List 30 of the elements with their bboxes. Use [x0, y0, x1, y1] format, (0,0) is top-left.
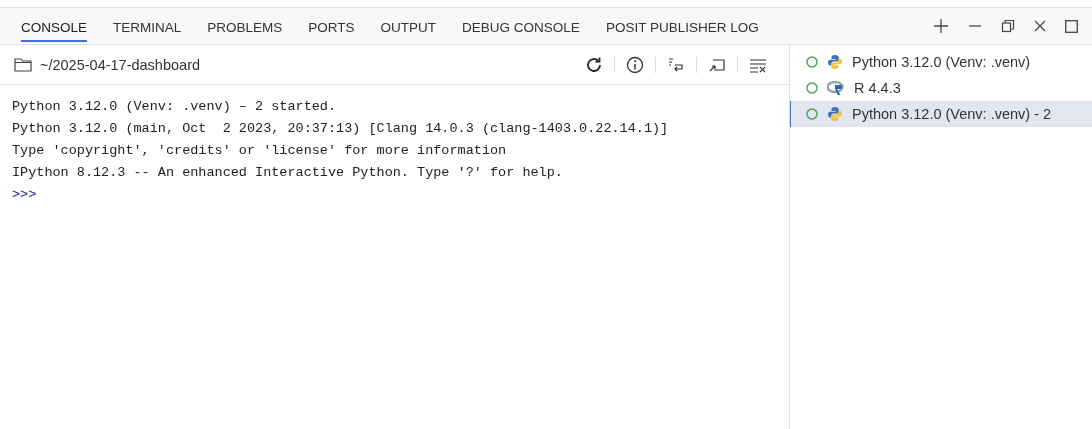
panel-tab[interactable]: POSIT PUBLISHER LOG [605, 12, 759, 42]
close-icon[interactable] [1034, 20, 1046, 32]
session-item[interactable]: R 4.4.3 [790, 75, 1092, 101]
plus-icon[interactable] [933, 18, 949, 34]
panel-tab[interactable]: DEBUG CONSOLE [462, 12, 580, 42]
console-output-line: Python 3.12.0 (Venv: .venv) – 2 started. [12, 98, 338, 116]
info-icon[interactable] [626, 55, 644, 74]
python-logo-icon [827, 54, 843, 70]
panel-tab[interactable]: CONSOLE [21, 12, 88, 42]
panel-tab[interactable]: PROBLEMS [207, 12, 283, 42]
console-prompt[interactable]: >>> [12, 184, 777, 206]
console-output-line: IPython 8.12.3 -- An enhanced Interactive Python. Type '?' for help. [12, 164, 564, 182]
status-circle-icon [806, 82, 818, 94]
word-wrap-icon[interactable] [667, 55, 685, 74]
session-item[interactable]: Python 3.12.0 (Venv: .venv) - 2 [790, 101, 1092, 127]
folder-icon [14, 57, 32, 72]
status-circle-icon [806, 56, 818, 68]
panel-tab[interactable]: TERMINAL [113, 12, 182, 42]
status-circle-icon [806, 108, 818, 120]
working-directory[interactable]: ~/2025-04-17-dashboard [40, 56, 201, 73]
console-output-line: Python 3.12.0 (main, Oct 2 2023, 20:37:13) [Clang 14.0.3 (clang-1403.0.22.14.1)] [12, 120, 670, 138]
maximize-icon[interactable] [1065, 19, 1078, 33]
python-logo-icon [827, 106, 843, 122]
panel-tab[interactable]: OUTPUT [380, 12, 437, 42]
r-logo-icon [827, 80, 845, 96]
panel-tab[interactable]: PORTS [308, 12, 355, 42]
session-item[interactable]: Python 3.12.0 (Venv: .venv) [790, 49, 1092, 75]
console-output-line: Type 'copyright', 'credits' or 'license' for more information [12, 142, 508, 160]
restore-icon[interactable] [1001, 19, 1015, 33]
restart-icon[interactable] [585, 55, 603, 74]
